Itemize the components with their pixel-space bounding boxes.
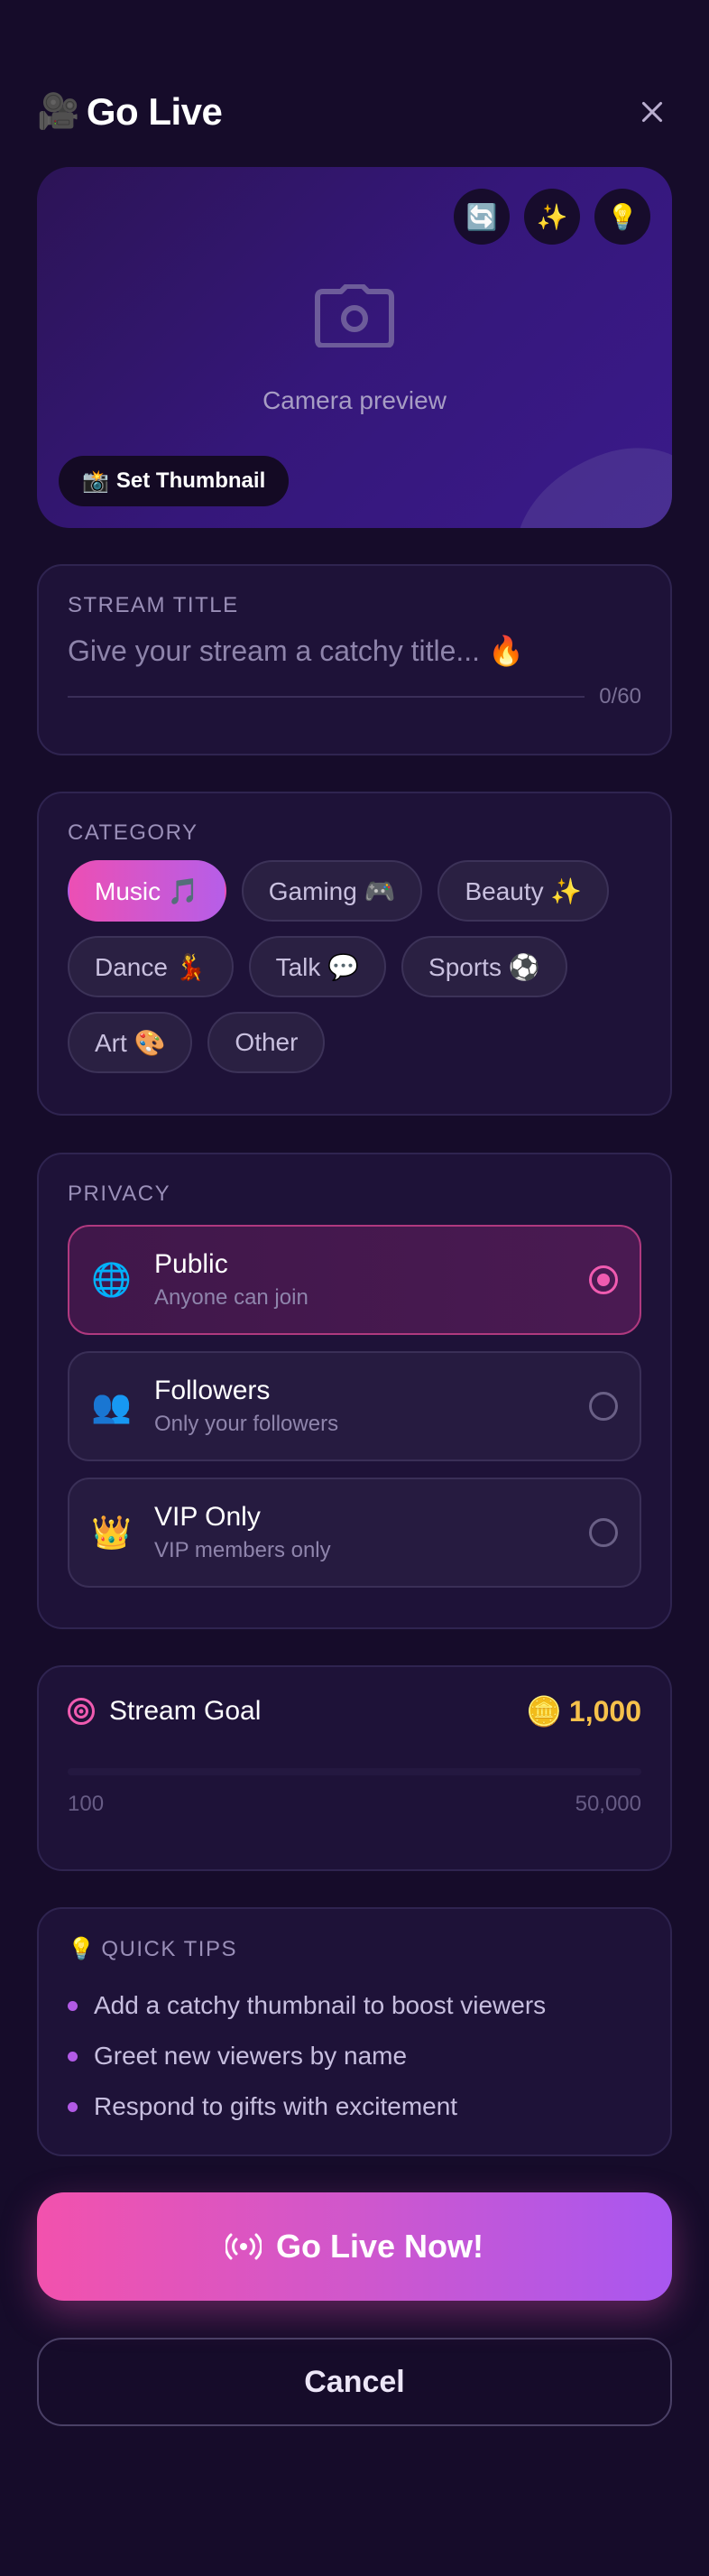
page-title: 🎥 Go Live xyxy=(37,90,223,134)
privacy-option-vip[interactable]: 👑 VIP Only VIP members only xyxy=(68,1478,641,1588)
stream-title-label: STREAM TITLE xyxy=(68,593,239,617)
lightbulb-icon: 💡 xyxy=(68,1937,97,1961)
tip-text: Respond to gifts with excitement xyxy=(94,2092,458,2120)
stream-goal-min: 100 xyxy=(68,1792,105,1816)
broadcast-icon xyxy=(225,2233,262,2260)
category-chip-beauty[interactable]: Beauty ✨ xyxy=(437,860,610,922)
stream-goal-label: Stream Goal xyxy=(109,1696,262,1726)
title-underline xyxy=(68,696,585,698)
stream-goal-title: Stream Goal xyxy=(68,1696,261,1727)
privacy-option-text: Followers Only your followers xyxy=(154,1376,338,1437)
quick-tips-list: Add a catchy thumbnail to boost viewers … xyxy=(68,1980,641,2132)
privacy-option-public[interactable]: 🌐 Public Anyone can join xyxy=(68,1225,641,1335)
privacy-label: PRIVACY xyxy=(68,1181,171,1206)
camera-preview: 🔄 ✨ 💡 Camera preview 📸 Set Thumbnail xyxy=(37,167,672,528)
title-char-counter: 0/60 xyxy=(599,684,641,709)
title-underline-row: 0/60 xyxy=(68,684,641,709)
privacy-option-name: Public xyxy=(154,1249,228,1279)
category-chip-sports[interactable]: Sports ⚽ xyxy=(401,936,567,997)
privacy-option-text: VIP Only VIP members only xyxy=(154,1502,331,1563)
privacy-option-followers[interactable]: 👥 Followers Only your followers xyxy=(68,1351,641,1461)
category-chip-music[interactable]: Music 🎵 xyxy=(68,860,226,922)
privacy-option-desc: VIP members only xyxy=(154,1538,331,1562)
go-live-label: Go Live Now! xyxy=(275,2228,483,2265)
camera-flash-icon: 📸 xyxy=(82,468,109,494)
crown-icon: 👑 xyxy=(91,1514,132,1551)
privacy-option-name: VIP Only xyxy=(154,1502,261,1532)
tip-item: Add a catchy thumbnail to boost viewers xyxy=(68,1980,641,2031)
category-chips: Music 🎵 Gaming 🎮 Beauty ✨ Dance 💃 Talk 💬… xyxy=(68,860,641,1073)
bullet-icon xyxy=(68,2101,78,2112)
stream-goal-range: 100 50,000 xyxy=(68,1792,641,1817)
cancel-button[interactable]: Cancel xyxy=(37,2338,672,2426)
stream-goal-card: Stream Goal 🪙 1,000 100 50,000 xyxy=(37,1665,672,1871)
stream-goal-slider[interactable] xyxy=(68,1768,641,1775)
go-live-screen: 🎥 Go Live 🔄 ✨ 💡 Camera preview 📸 Set Thu… xyxy=(0,0,709,2576)
quick-tips-header: 💡 QUICK TIPS xyxy=(68,1936,641,1962)
flip-camera-icon[interactable]: 🔄 xyxy=(454,189,510,245)
privacy-option-name: Followers xyxy=(154,1376,271,1405)
effects-icon[interactable]: ✨ xyxy=(524,189,580,245)
camera-preview-label: Camera preview xyxy=(262,386,447,414)
stream-goal-value: 🪙 1,000 xyxy=(526,1694,641,1728)
close-icon[interactable] xyxy=(632,92,672,132)
category-chip-gaming[interactable]: Gaming 🎮 xyxy=(241,860,423,922)
category-chip-other[interactable]: Other xyxy=(207,1012,326,1073)
stream-goal-max: 50,000 xyxy=(575,1792,641,1816)
tip-item: Greet new viewers by name xyxy=(68,2031,641,2081)
category-card: CATEGORY Music 🎵 Gaming 🎮 Beauty ✨ Dance… xyxy=(37,792,672,1116)
bullet-icon xyxy=(68,2051,78,2062)
bullet-icon xyxy=(68,2000,78,2011)
privacy-option-desc: Anyone can join xyxy=(154,1285,308,1310)
globe-icon: 🌐 xyxy=(91,1261,132,1298)
privacy-options: 🌐 Public Anyone can join 👥 Followers Onl… xyxy=(68,1225,641,1588)
target-icon xyxy=(68,1698,95,1725)
privacy-option-text: Public Anyone can join xyxy=(154,1249,308,1311)
category-chip-talk[interactable]: Talk 💬 xyxy=(248,936,387,997)
quick-tips-card: 💡 QUICK TIPS Add a catchy thumbnail to b… xyxy=(37,1907,672,2156)
page-title-text: Go Live xyxy=(86,90,223,133)
privacy-option-desc: Only your followers xyxy=(154,1412,339,1436)
coin-icon: 🪙 xyxy=(526,1695,562,1728)
tip-text: Add a catchy thumbnail to boost viewers xyxy=(94,1991,547,2019)
preview-tools: 🔄 ✨ 💡 xyxy=(454,189,650,245)
stream-title-card: STREAM TITLE 0/60 xyxy=(37,564,672,755)
category-label: CATEGORY xyxy=(68,820,198,845)
stream-goal-amount: 1,000 xyxy=(568,1694,641,1728)
category-chip-dance[interactable]: Dance 💃 xyxy=(68,936,234,997)
movie-camera-icon: 🎥 xyxy=(37,93,79,131)
tip-text: Greet new viewers by name xyxy=(94,2042,408,2070)
radio-unselected-icon[interactable] xyxy=(589,1392,618,1421)
radio-unselected-icon[interactable] xyxy=(589,1518,618,1547)
people-icon: 👥 xyxy=(91,1387,132,1424)
privacy-card: PRIVACY 🌐 Public Anyone can join 👥 Follo… xyxy=(37,1153,672,1629)
radio-selected-icon[interactable] xyxy=(589,1265,618,1294)
quick-tips-label: QUICK TIPS xyxy=(101,1936,237,1961)
tip-item: Respond to gifts with excitement xyxy=(68,2081,641,2132)
light-icon[interactable]: 💡 xyxy=(594,189,650,245)
category-chip-art[interactable]: Art 🎨 xyxy=(68,1012,193,1073)
set-thumbnail-label: Set Thumbnail xyxy=(115,468,266,493)
camera-icon xyxy=(315,284,394,347)
stream-goal-header: Stream Goal 🪙 1,000 xyxy=(68,1694,641,1728)
stream-title-input[interactable] xyxy=(68,635,641,668)
set-thumbnail-button[interactable]: 📸 Set Thumbnail xyxy=(59,456,290,506)
go-live-button[interactable]: Go Live Now! xyxy=(37,2192,672,2301)
header: 🎥 Go Live xyxy=(37,83,672,141)
